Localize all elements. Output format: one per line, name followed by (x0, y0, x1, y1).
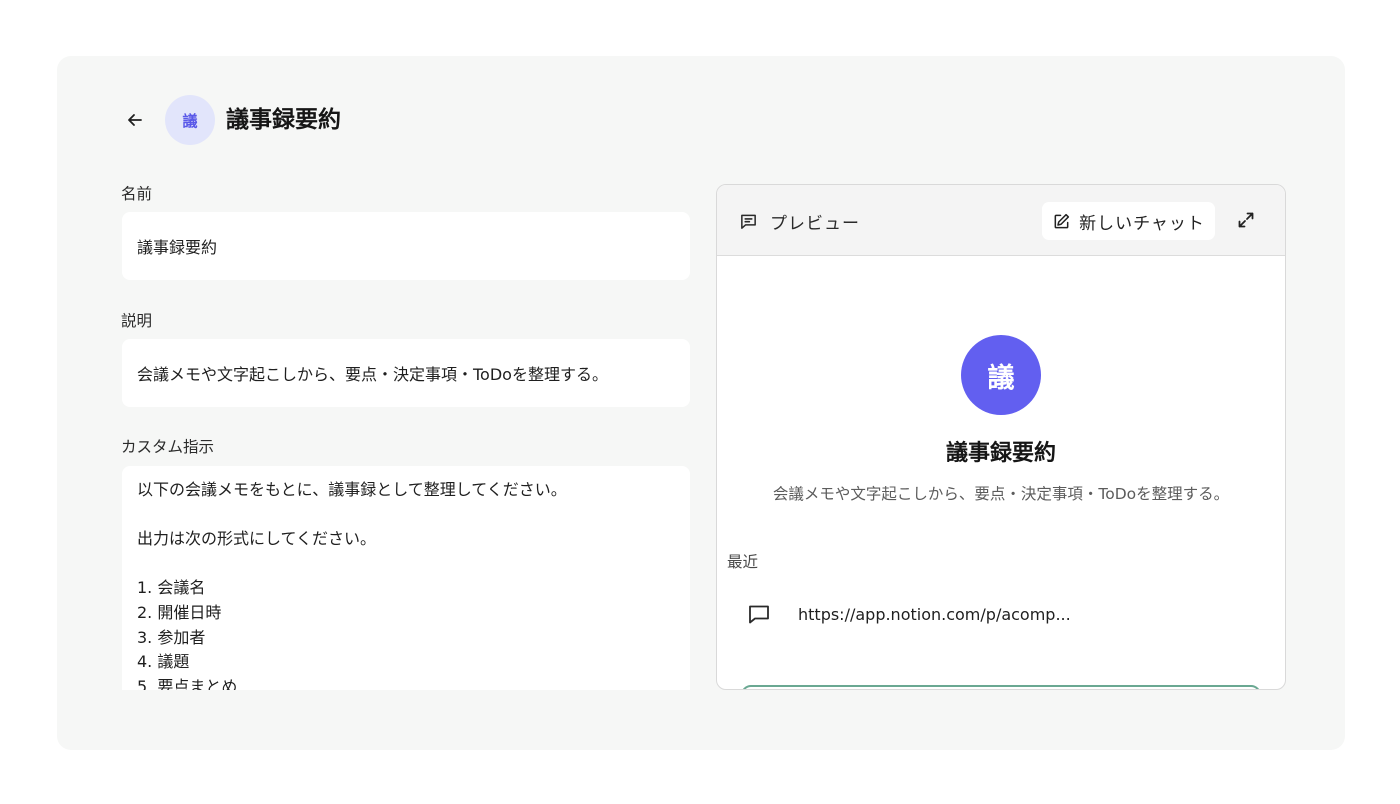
description-label: 説明 (121, 312, 153, 330)
preview-title-label: プレビュー (770, 214, 860, 234)
name-label: 名前 (121, 185, 153, 203)
page-title: 議事録要約 (226, 107, 341, 133)
expand-button[interactable] (1233, 207, 1259, 233)
description-field[interactable]: 会議メモや文字起こしから、要点・決定事項・ToDoを整理する。 (122, 339, 690, 407)
message-square-text-icon (741, 214, 756, 229)
instructions-line: 1. 会議名 (137, 578, 206, 598)
expand-arrows-icon (1238, 212, 1254, 228)
recent-conversation-item[interactable]: https://app.notion.com/p/acomp... (747, 603, 1071, 625)
arrow-left-icon (128, 114, 142, 126)
pencil-square-icon (1054, 213, 1070, 228)
instructions-line: 出力は次の形式にしてください。 (137, 529, 377, 549)
instructions-line: 5. 要点まとめ (137, 676, 238, 690)
instructions-label: カスタム指示 (121, 438, 215, 456)
instructions-line: 4. 議題 (137, 652, 190, 672)
gpt-avatar-small[interactable]: 議 (165, 95, 215, 145)
preview-header: プレビュー 新しいチャット (717, 185, 1285, 256)
bot-name: 議事録要約 (945, 441, 1056, 466)
description-value: 会議メモや文字起こしから、要点・決定事項・ToDoを整理する。 (137, 365, 608, 384)
chat-input[interactable] (741, 685, 1261, 689)
instructions-line: 以下の会議メモをもとに、議事録として整理してください。 (137, 480, 567, 499)
bot-description: 会議メモや文字起こしから、要点・決定事項・ToDoを整理する。 (772, 485, 1230, 503)
gpt-avatar-large: 議 (961, 335, 1041, 415)
recent-item-text: https://app.notion.com/p/acomp... (798, 604, 1071, 624)
name-value: 議事録要約 (137, 238, 218, 257)
preview-panel: プレビュー 新しいチャット 議 議事録要約 会議メモや文字起こしから、要点・決定… (716, 184, 1286, 690)
instructions-line: 3. 参加者 (137, 627, 206, 647)
chat-bubble-icon (749, 605, 769, 624)
instructions-line (137, 552, 675, 577)
back-button[interactable] (122, 107, 148, 133)
preview-title: プレビュー (739, 209, 860, 234)
new-chat-label: 新しいチャット (1079, 213, 1205, 234)
instructions-line: 2. 開催日時 (137, 602, 222, 622)
instructions-line (137, 503, 675, 528)
new-chat-button[interactable]: 新しいチャット (1042, 202, 1215, 240)
recent-label: 最近 (727, 553, 759, 571)
name-field[interactable]: 議事録要約 (122, 212, 690, 280)
instructions-textarea[interactable]: 以下の会議メモをもとに、議事録として整理してください。 出力は次の形式にしてくだ… (122, 466, 690, 690)
